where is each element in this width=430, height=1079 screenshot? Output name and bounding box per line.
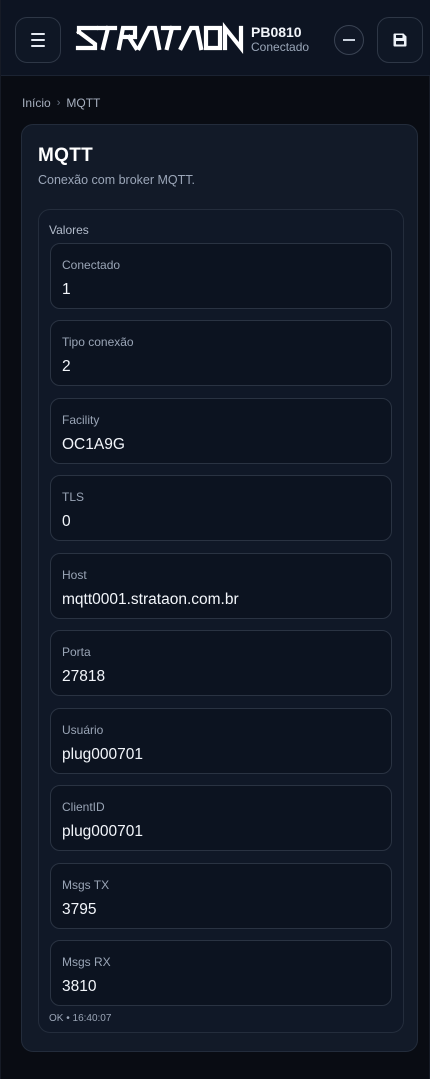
field-value: plug000701 (62, 823, 144, 840)
field-value: plug000701 (62, 746, 144, 763)
save-icon (393, 33, 407, 47)
breadcrumb-home[interactable]: Início (22, 96, 51, 110)
field-label: Porta (62, 645, 91, 659)
field-value: 3795 (62, 901, 97, 918)
group-label: Valores (49, 223, 89, 237)
field-facility: Facility OC1A9G (50, 398, 392, 464)
breadcrumb-current: MQTT (66, 96, 101, 110)
field-label: Usuário (62, 723, 104, 737)
field-msgs-rx: Msgs RX 3810 (50, 940, 392, 1006)
page-title: MQTT (38, 145, 94, 166)
breadcrumb: Início › MQTT (22, 96, 100, 110)
save-button[interactable] (377, 17, 423, 63)
field-value: 0 (62, 513, 71, 530)
field-value: 3810 (62, 978, 97, 995)
field-value: 1 (62, 281, 71, 298)
field-tls: TLS 0 (50, 475, 392, 541)
field-porta: Porta 27818 (50, 630, 392, 696)
device-info: PB0810 Conectado (251, 24, 309, 54)
app-window: PB0810 Conectado Início › MQTT MQTT Cone… (0, 0, 430, 1079)
field-label: TLS (62, 490, 85, 504)
device-id: PB0810 (251, 24, 302, 40)
field-value: mqtt0001.strataon.com.br (62, 591, 239, 608)
field-label: Msgs TX (62, 878, 110, 892)
breadcrumb-separator: › (56, 97, 61, 109)
field-value: 2 (62, 358, 71, 375)
field-label: Conectado (62, 258, 121, 272)
field-msgs-tx: Msgs TX 3795 (50, 863, 392, 929)
page-subtitle: Conexão com broker MQTT. (38, 173, 195, 187)
field-label: Tipo conexão (62, 335, 134, 349)
top-bar: PB0810 Conectado (1, 0, 430, 76)
field-usuario: Usuário plug000701 (50, 708, 392, 774)
last-update-status: OK • 16:40:07 (49, 1013, 112, 1024)
field-value: 27818 (62, 668, 106, 685)
field-label: Facility (62, 413, 100, 427)
values-group: Valores Conectado 1 Tipo conexão 2 Facil… (38, 209, 404, 1033)
strataon-logo (75, 22, 244, 54)
minimize-button[interactable] (334, 25, 364, 55)
mqtt-card: MQTT Conexão com broker MQTT. Valores Co… (21, 124, 418, 1052)
field-label: Host (62, 568, 87, 582)
field-tipo-conexao: Tipo conexão 2 (50, 320, 392, 386)
minus-circle-icon (343, 39, 355, 41)
field-label: Msgs RX (62, 955, 111, 969)
field-value: OC1A9G (62, 436, 125, 453)
field-conectado: Conectado 1 (50, 243, 392, 309)
field-host: Host mqtt0001.strataon.com.br (50, 553, 392, 619)
connection-status: Conectado (251, 40, 310, 54)
field-label: ClientID (62, 800, 105, 814)
menu-icon (31, 33, 45, 35)
field-clientid: ClientID plug000701 (50, 785, 392, 851)
menu-button[interactable] (15, 17, 61, 63)
